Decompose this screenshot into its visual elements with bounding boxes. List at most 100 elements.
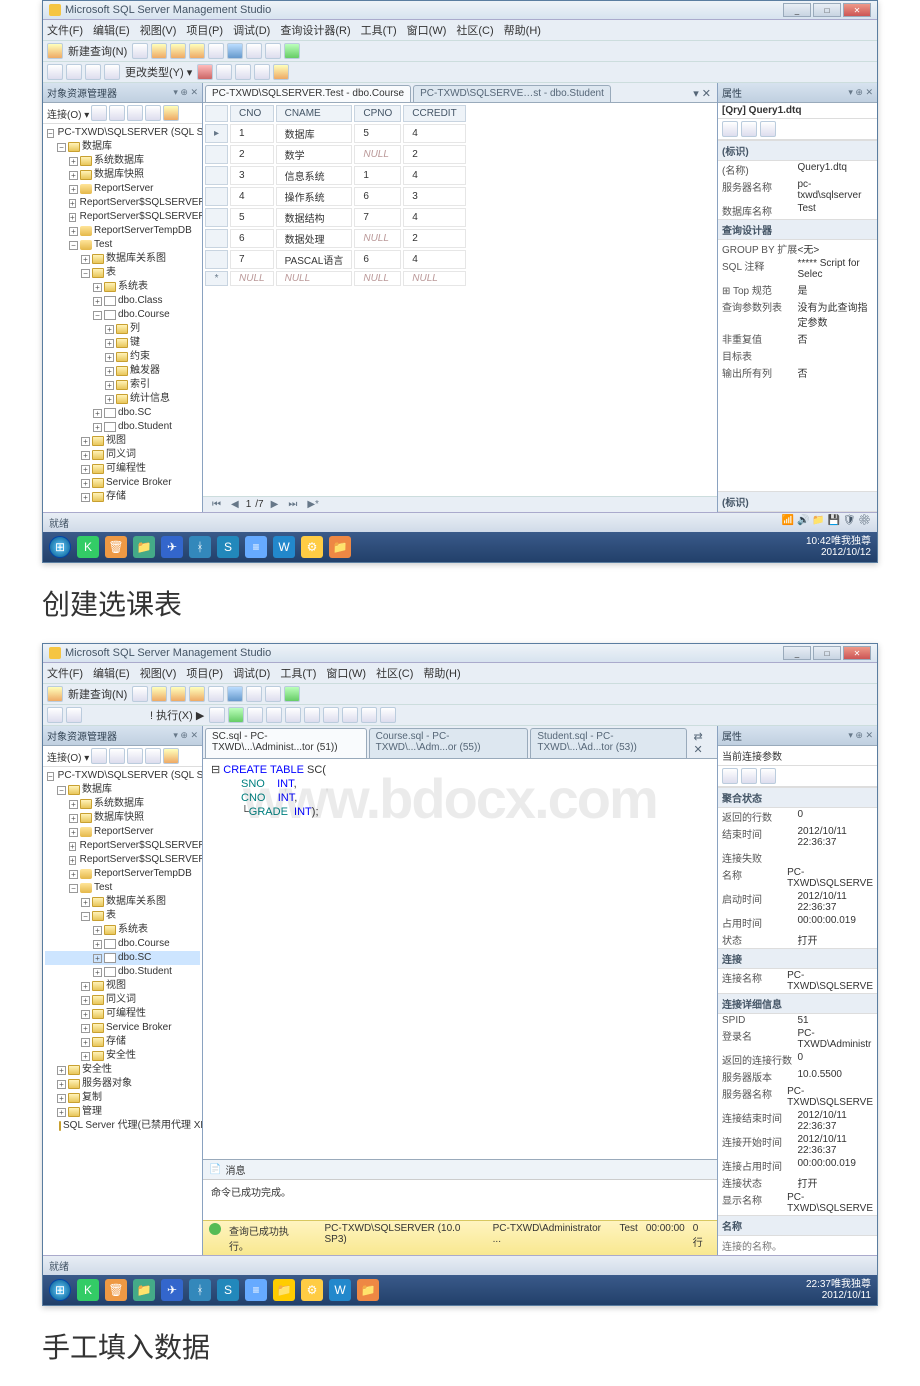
sql-editor[interactable]: ⊟ CREATE TABLE SC( SNO INT, CNO INT, └GR…	[203, 759, 717, 1159]
start-button[interactable]: ⊞	[49, 536, 71, 558]
task-icon[interactable]: ᚼ	[189, 1279, 211, 1301]
columns-folder[interactable]: 列	[130, 322, 140, 336]
db-test[interactable]: Test	[94, 881, 112, 895]
storage-folder[interactable]: 存储	[106, 1035, 126, 1049]
tool-icon[interactable]	[127, 105, 143, 121]
minimize-button[interactable]: _	[783, 646, 811, 660]
titlebar[interactable]: Microsoft SQL Server Management Studio _…	[43, 644, 877, 663]
tool-icon[interactable]	[127, 748, 143, 764]
db-folder[interactable]: 数据库	[82, 783, 112, 797]
table-node[interactable]: dbo.Class	[118, 294, 162, 308]
server-node[interactable]: PC-TXWD\SQLSERVER (SQL Server 10.	[58, 126, 202, 140]
task-icon[interactable]: 🗑	[105, 1279, 127, 1301]
keys-folder[interactable]: 键	[130, 336, 140, 350]
views-folder[interactable]: 视图	[106, 979, 126, 993]
task-icon[interactable]: ✈	[161, 536, 183, 558]
col-ccredit[interactable]: CCREDIT	[403, 105, 465, 122]
db-node[interactable]: ReportServer	[94, 182, 153, 196]
props-list[interactable]: 聚合状态 返回的行数0 结束时间2012/10/11 22:36:37 连接失败…	[718, 787, 877, 1255]
sb-folder[interactable]: Service Broker	[106, 1021, 172, 1035]
syn-folder[interactable]: 同义词	[106, 993, 136, 1007]
task-icon[interactable]: ≡	[245, 1279, 267, 1301]
props-list[interactable]: (标识) (名称)Query1.dtq 服务器名称pc-txwd\sqlserv…	[718, 140, 877, 512]
tool-icon[interactable]	[216, 64, 232, 80]
task-icon[interactable]: ✈	[161, 1279, 183, 1301]
indexes-folder[interactable]: 索引	[130, 378, 150, 392]
tool-icon[interactable]	[227, 686, 243, 702]
tool-icon[interactable]	[151, 686, 167, 702]
dbdiagram-folder[interactable]: 数据库关系图	[106, 252, 166, 266]
nav-new-icon[interactable]: ▶*	[304, 499, 322, 510]
tool-icon[interactable]	[66, 707, 82, 723]
nav-first-icon[interactable]: ⏮	[209, 499, 224, 510]
tool-icon[interactable]	[91, 105, 107, 121]
props-object[interactable]: [Qry] Query1.dtq	[722, 105, 801, 116]
tool-icon[interactable]	[228, 707, 244, 723]
tool-icon[interactable]	[246, 43, 262, 59]
task-icon[interactable]: ᚼ	[189, 536, 211, 558]
col-cname[interactable]: CNAME	[276, 105, 353, 122]
tab-dropdown-icon[interactable]: ⇄ ✕	[687, 728, 717, 758]
tool-icon[interactable]	[189, 686, 205, 702]
table-sc[interactable]: dbo.SC	[118, 951, 151, 965]
tool-icon[interactable]	[197, 64, 213, 80]
connect-label[interactable]: 连接(O) ▾	[47, 106, 89, 121]
serverobj-folder[interactable]: 服务器对象	[82, 1077, 132, 1091]
task-icon[interactable]: 🗑	[105, 536, 127, 558]
tool-icon[interactable]	[132, 43, 148, 59]
task-icon[interactable]: W	[273, 536, 295, 558]
connect-label[interactable]: 连接(O) ▾	[47, 749, 89, 764]
maximize-button[interactable]: □	[813, 3, 841, 17]
task-icon[interactable]: K	[77, 1279, 99, 1301]
db-node[interactable]: ReportServer$SQLSERVER	[80, 839, 202, 853]
tool-icon[interactable]	[151, 43, 167, 59]
sysdb-folder[interactable]: 系统数据库	[94, 154, 144, 168]
menu-debug[interactable]: 调试(D)	[233, 22, 270, 38]
tool-icon[interactable]	[284, 43, 300, 59]
dbsnap-folder[interactable]: 数据库快照	[94, 168, 144, 182]
tool-icon[interactable]	[273, 64, 289, 80]
task-icon[interactable]: 📁	[273, 1279, 295, 1301]
systables-folder[interactable]: 系统表	[118, 280, 148, 294]
tool-icon[interactable]	[208, 686, 224, 702]
triggers-folder[interactable]: 触发器	[130, 364, 160, 378]
db-folder[interactable]: 数据库	[82, 140, 112, 154]
table-node[interactable]: dbo.Student	[118, 965, 172, 979]
tool-icon[interactable]	[109, 105, 125, 121]
task-icon[interactable]: ⚙	[301, 536, 323, 558]
messages-tab[interactable]: 📄消息	[203, 1160, 717, 1180]
table-course[interactable]: dbo.Course	[118, 308, 170, 322]
props-cat-icon[interactable]	[722, 768, 738, 784]
tool-icon[interactable]	[380, 707, 396, 723]
menu-project[interactable]: 项目(P)	[186, 665, 223, 681]
stats-folder[interactable]: 统计信息	[130, 392, 170, 406]
tab-course[interactable]: Course.sql - PC-TXWD\...\Adm...or (55))	[369, 728, 529, 758]
task-icon[interactable]: 📁	[133, 536, 155, 558]
minimize-button[interactable]: _	[783, 3, 811, 17]
tool-icon[interactable]	[91, 748, 107, 764]
tool-icon[interactable]	[284, 686, 300, 702]
tool-icon[interactable]	[109, 748, 125, 764]
storage-folder[interactable]: 存储	[106, 490, 126, 504]
tool-icon[interactable]	[227, 43, 243, 59]
props-object[interactable]: 当前连接参数	[722, 748, 782, 763]
menu-tools[interactable]: 工具(T)	[280, 665, 316, 681]
tab-sc[interactable]: SC.sql - PC-TXWD\...\Administ...tor (51)…	[205, 728, 367, 758]
panel-pin-icon[interactable]: ▾ ⊕ ✕	[173, 87, 198, 98]
taskbar-clock[interactable]: 10:42唯我独尊2012/10/12	[806, 536, 871, 558]
close-button[interactable]: ✕	[843, 3, 871, 17]
task-icon[interactable]: K	[77, 536, 99, 558]
nav-prev-icon[interactable]: ◀	[228, 499, 242, 510]
new-query-icon[interactable]	[47, 43, 63, 59]
menu-help[interactable]: 帮助(H)	[504, 22, 541, 38]
props-az-icon[interactable]	[741, 121, 757, 137]
task-icon[interactable]: 📁	[133, 1279, 155, 1301]
changetype-label[interactable]: 更改类型(Y) ▾	[123, 64, 194, 80]
objexp-tree[interactable]: −PC-TXWD\SQLSERVER (SQL Server 10. −数据库 …	[43, 124, 202, 506]
sqlagent-node[interactable]: SQL Server 代理(已禁用代理 XP)	[63, 1119, 202, 1133]
nav-last-icon[interactable]: ⏭	[285, 499, 300, 510]
replication-folder[interactable]: 复制	[82, 1091, 102, 1105]
menu-window[interactable]: 窗口(W)	[326, 665, 366, 681]
menu-debug[interactable]: 调试(D)	[233, 665, 270, 681]
tool-icon[interactable]	[170, 686, 186, 702]
